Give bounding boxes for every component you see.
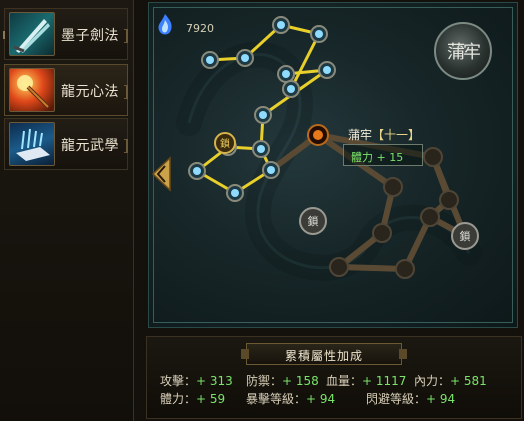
- tooltip-name: 蒲牢: [348, 128, 373, 142]
- locked-node[interactable]: [439, 190, 459, 210]
- sealed-lock-node[interactable]: 鎖: [299, 207, 327, 235]
- stats-title: 累積屬性加成: [284, 349, 363, 363]
- unlocked-node[interactable]: [188, 162, 206, 180]
- unlocked-node[interactable]: [226, 184, 244, 202]
- unlocked-node[interactable]: [236, 49, 254, 67]
- stat-health: 血量：+ 1117: [326, 374, 407, 388]
- stat-crit-level: 暴擊等級：+ 94: [246, 392, 336, 406]
- tab-notch: [124, 139, 128, 153]
- locked-node[interactable]: [383, 177, 403, 197]
- unlocked-node[interactable]: [277, 65, 295, 83]
- node-tooltip-value: 體力 + 15: [351, 151, 404, 164]
- lock-glyph: 鎖: [220, 137, 230, 150]
- lock-glyph: 鎖: [460, 229, 471, 243]
- sealed-lock-node[interactable]: 鎖: [451, 222, 479, 250]
- sidebar-item-label: 龍元武學: [61, 138, 119, 154]
- unlocked-node[interactable]: [318, 61, 336, 79]
- sidebar-item-dragon-mind[interactable]: 龍元心法: [4, 64, 128, 116]
- tooltip-level: 【十一】: [372, 128, 421, 142]
- stats-title-banner: 累積屬性加成: [241, 343, 407, 365]
- lock-glyph: 鎖: [308, 214, 319, 228]
- game-window: 墨子劍法 龍元心法 龍元武學 鎖 鎖 鎖 7920 蒲牢 蒲牢【十一】 體力 +…: [0, 0, 524, 421]
- stat-stamina: 體力：+ 59: [160, 392, 226, 406]
- locked-node[interactable]: [372, 223, 392, 243]
- stat-attack: 攻擊：+ 313: [160, 374, 233, 388]
- stat-defense: 防禦：+ 158: [246, 374, 319, 388]
- gold-sealed-node[interactable]: 鎖: [214, 132, 236, 154]
- blue-spirit-flame-icon: [158, 14, 172, 35]
- locked-node[interactable]: [420, 207, 440, 227]
- twin-blades-icon: [9, 12, 55, 56]
- skill-sidebar: 墨子劍法 龍元心法 龍元武學: [0, 0, 134, 421]
- sidebar-item-mozi-sword[interactable]: 墨子劍法: [3, 8, 128, 60]
- score-value: 7920: [186, 22, 214, 35]
- tab-notch: [124, 85, 128, 99]
- dragon-emblem-button[interactable]: 蒲牢: [434, 22, 492, 80]
- tab-notch: [124, 29, 128, 43]
- left-arrow-icon[interactable]: [150, 156, 172, 192]
- unlocked-node[interactable]: [201, 51, 219, 69]
- current-node[interactable]: [307, 124, 329, 146]
- fire-staff-icon: [9, 68, 55, 112]
- unlocked-node[interactable]: [310, 25, 328, 43]
- emblem-label: 蒲牢: [447, 42, 481, 63]
- locked-node[interactable]: [395, 259, 415, 279]
- node-tooltip-title: 蒲牢【十一】: [348, 126, 420, 143]
- sidebar-item-label: 墨子劍法: [61, 28, 119, 44]
- unlocked-node[interactable]: [282, 80, 300, 98]
- unlocked-node[interactable]: [272, 16, 290, 34]
- sidebar-item-label: 龍元心法: [61, 84, 119, 100]
- unlocked-node[interactable]: [262, 161, 280, 179]
- locked-node[interactable]: [423, 147, 443, 167]
- stat-dodge-level: 閃避等級：+ 94: [366, 392, 456, 406]
- ice-tome-icon: [9, 122, 55, 166]
- unlocked-node[interactable]: [252, 140, 270, 158]
- stat-inner-power: 內力：+ 581: [414, 374, 487, 388]
- locked-node[interactable]: [329, 257, 349, 277]
- sidebar-item-dragon-martial[interactable]: 龍元武學: [4, 118, 128, 170]
- unlocked-node[interactable]: [254, 106, 272, 124]
